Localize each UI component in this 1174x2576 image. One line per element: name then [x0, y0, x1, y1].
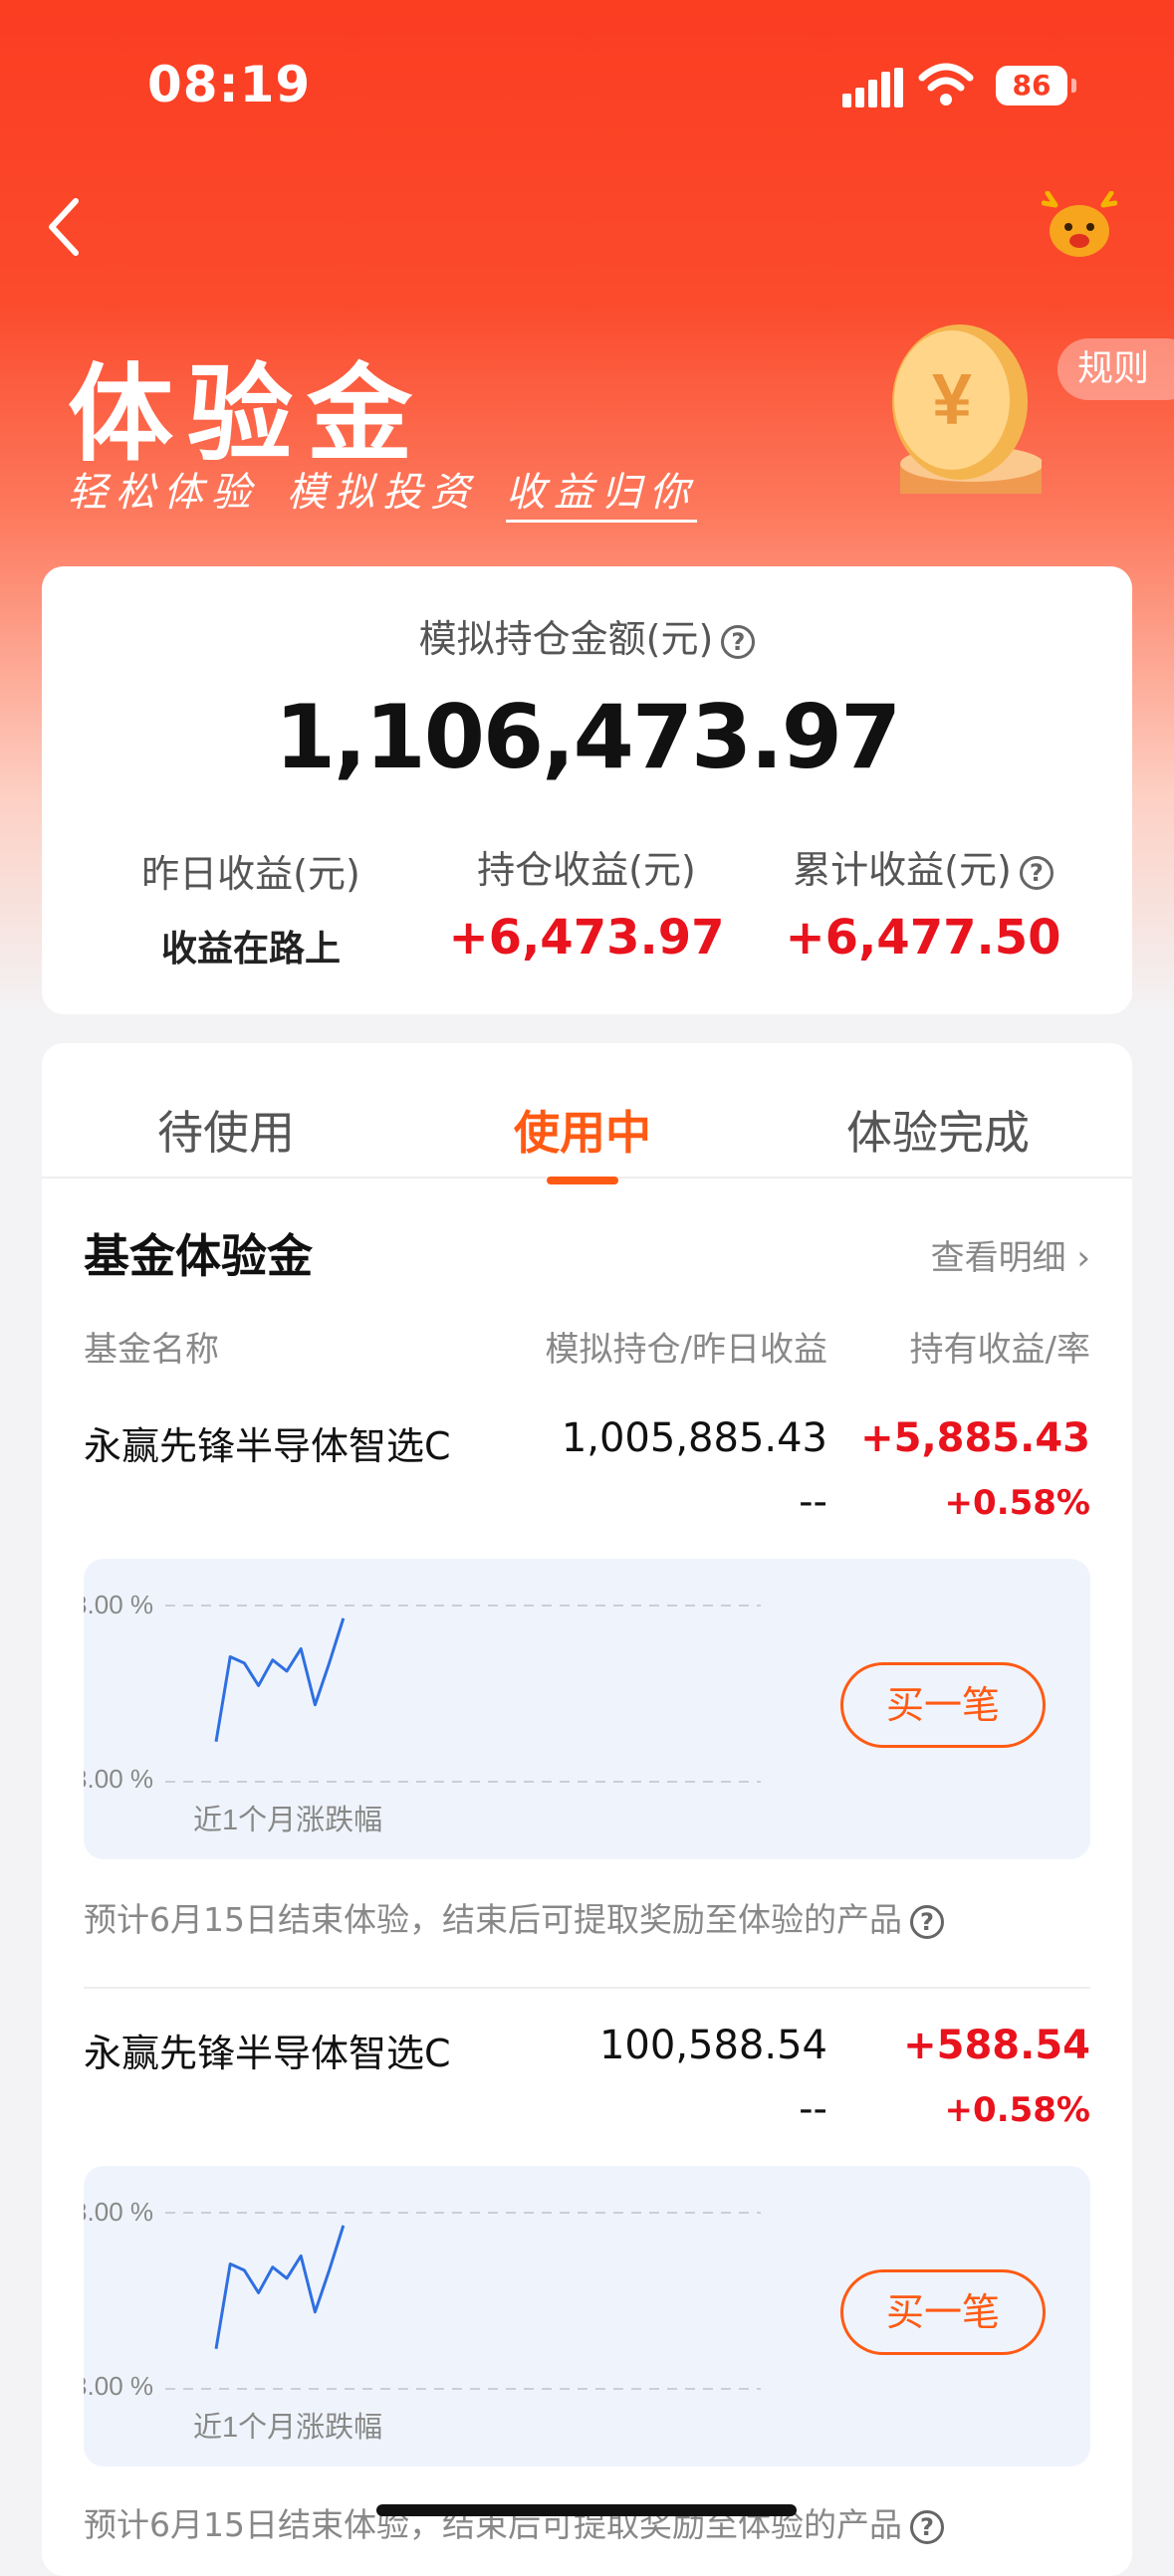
help-icon[interactable]: ? [721, 625, 755, 659]
chart-caption: 近1个月涨跌幅 [193, 1804, 382, 1836]
view-detail-link[interactable]: 查看明细 › [931, 1230, 1090, 1279]
holding-amount: 1,106,473.97 [42, 686, 1132, 788]
svg-text:¥: ¥ [932, 360, 972, 440]
help-icon[interactable]: ? [1020, 856, 1054, 890]
holding-amount-label: 模拟持仓金额(元)? [42, 608, 1132, 663]
chart-series-line [216, 2226, 344, 2349]
fund-chart-svg: 8.00 % -3.00 % 近1个月涨跌幅 [84, 1559, 781, 1859]
fund-rate: +0.58% [945, 1483, 1090, 1523]
total-income-label: 累计收益(元)? [754, 839, 1092, 894]
header-position: 模拟持仓/昨日收益 [546, 1322, 827, 1371]
fund-card: 待使用 使用中 体验完成 基金体验金 查看明细 › 基金名称 模拟持仓/昨日收益… [42, 1043, 1132, 2576]
experience-note-text: 预计6月15日结束体验，结束后可提取奖励至体验的产品 [84, 1900, 902, 1939]
total-income-value: +6,477.50 [754, 910, 1092, 966]
buy-button[interactable]: 买一笔 [840, 1662, 1046, 1748]
help-icon[interactable]: ? [910, 2510, 944, 2544]
fund-chart[interactable]: 8.00 % -3.00 % 近1个月涨跌幅 买一笔 [84, 2166, 1090, 2467]
holding-income-label: 持仓收益(元) [417, 839, 756, 894]
yesterday-income: 昨日收益(元) 收益在路上 [82, 843, 420, 971]
page-title: 体验金 [68, 328, 426, 482]
fund-rate: +0.58% [945, 2090, 1090, 2130]
status-bar: 08:19 86 [0, 0, 1174, 169]
fund-yesterday: -- [799, 2086, 827, 2132]
yesterday-income-value: 收益在路上 [82, 920, 420, 971]
chart-plot [216, 1618, 344, 1742]
slogan: 轻松体验模拟投资收益归你 [68, 460, 725, 518]
tab-completed[interactable]: 体验完成 [846, 1097, 1030, 1163]
fund-chart[interactable]: 8.00 % -3.00 % 近1个月涨跌幅 买一笔 [84, 1559, 1090, 1859]
view-detail-text: 查看明细 [931, 1238, 1066, 1278]
slogan-part: 轻松体验 [68, 470, 259, 516]
divider [84, 1987, 1090, 1989]
slogan-part: 收益归你 [506, 470, 697, 523]
fund-position: 100,588.54 [599, 2023, 827, 2068]
slogan-part: 模拟投资 [287, 470, 478, 516]
holding-income: 持仓收益(元) +6,473.97 [417, 839, 756, 966]
chart-top-label: 8.00 % [84, 2197, 153, 2227]
signal-icon [842, 68, 902, 107]
tab-in-use[interactable]: 使用中 [514, 1097, 651, 1163]
yesterday-income-label: 昨日收益(元) [82, 843, 420, 898]
mascot-icon[interactable] [1042, 191, 1117, 261]
header-profit: 持有收益/率 [910, 1322, 1090, 1371]
chart-series-line [216, 1618, 344, 1742]
fund-position: 1,005,885.43 [562, 1415, 827, 1461]
holding-income-value: +6,473.97 [417, 910, 756, 966]
section-title: 基金体验金 [84, 1220, 313, 1286]
chart-bottom-label: -3.00 % [84, 2371, 153, 2401]
experience-note: 预计6月15日结束体验，结束后可提取奖励至体验的产品? [84, 1893, 944, 1941]
fund-profit: +588.54 [903, 2023, 1090, 2068]
chart-bottom-label: -3.00 % [84, 1764, 153, 1794]
tab-bar: 待使用 使用中 体验完成 [42, 1043, 1132, 1179]
chart-caption: 近1个月涨跌幅 [193, 2411, 382, 2444]
summary-card: 模拟持仓金额(元)? 1,106,473.97 昨日收益(元) 收益在路上 持仓… [42, 566, 1132, 1014]
wifi-icon [918, 62, 974, 107]
battery-icon: 86 [996, 66, 1067, 106]
buy-button[interactable]: 买一笔 [840, 2269, 1046, 2355]
tab-pending[interactable]: 待使用 [157, 1097, 295, 1163]
home-indicator [376, 2504, 797, 2516]
coin-illustration: ¥ [882, 324, 1042, 494]
chart-top-label: 8.00 % [84, 1590, 153, 1619]
rules-button[interactable]: 规则 [1057, 338, 1174, 400]
fund-yesterday: -- [799, 1479, 827, 1525]
holding-amount-label-text: 模拟持仓金额(元) [419, 617, 714, 661]
chart-plot [216, 2226, 344, 2349]
help-icon[interactable]: ? [910, 1905, 944, 1939]
fund-profit: +5,885.43 [860, 1415, 1090, 1461]
fund-name[interactable]: 永赢先锋半导体智选C [84, 1415, 451, 1470]
status-time: 08:19 [147, 56, 311, 113]
fund-chart-svg: 8.00 % -3.00 % 近1个月涨跌幅 [84, 2166, 781, 2467]
header-fund-name: 基金名称 [84, 1322, 219, 1371]
fund-name[interactable]: 永赢先锋半导体智选C [84, 2023, 451, 2077]
total-income-label-text: 累计收益(元) [793, 848, 1012, 892]
chevron-right-icon: › [1076, 1238, 1090, 1278]
back-arrow-icon[interactable] [42, 189, 112, 269]
total-income: 累计收益(元)? +6,477.50 [754, 839, 1092, 966]
